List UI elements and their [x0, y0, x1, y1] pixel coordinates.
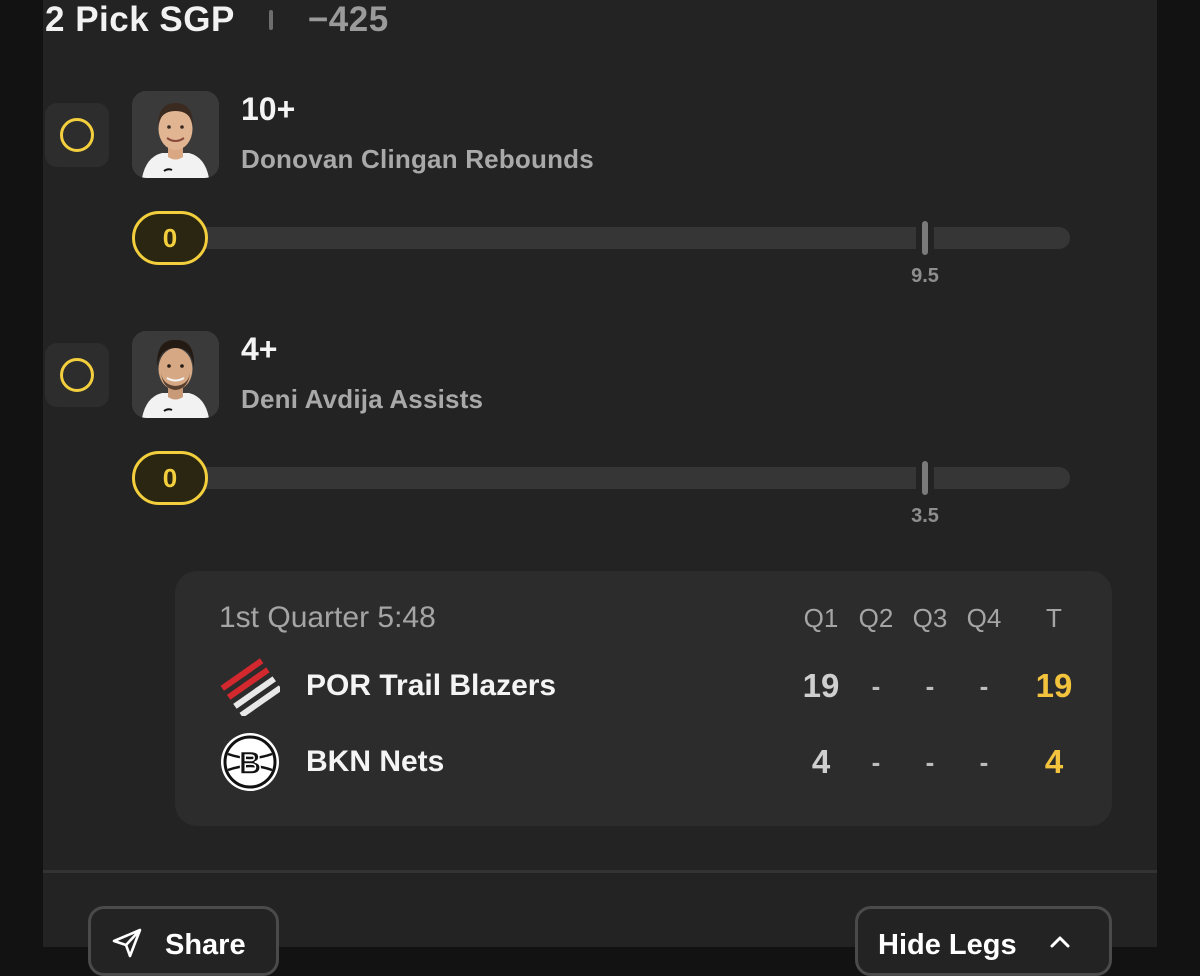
target-marker — [922, 461, 928, 495]
target-marker — [922, 221, 928, 255]
total-score: 4 — [1044, 743, 1064, 780]
pending-status-icon — [60, 358, 94, 392]
hide-legs-button[interactable]: Hide Legs — [855, 906, 1112, 976]
target-label: 3.5 — [911, 505, 939, 527]
player-headshot — [132, 331, 219, 418]
column-header-q4: Q4 — [966, 603, 1002, 633]
column-header-q1: Q1 — [803, 603, 839, 633]
target-label: 9.5 — [911, 265, 939, 287]
leg-item[interactable]: 4+ Deni Avdija Assists 3.5 0 — [45, 331, 1075, 531]
quarter-score: - — [925, 671, 935, 701]
hide-legs-label: Hide Legs — [878, 928, 1017, 961]
team-name: POR Trail Blazers — [306, 669, 557, 702]
leg-description: Deni Avdija Assists — [241, 384, 484, 414]
total-score: 19 — [1035, 667, 1073, 704]
section-divider — [43, 870, 1157, 873]
player-headshot — [132, 91, 219, 178]
parlay-header: 2 Pick SGP −425 — [45, 0, 389, 46]
leg-description: Donovan Clingan Rebounds — [241, 144, 594, 174]
team-name: BKN Nets — [306, 745, 445, 778]
svg-text:B: B — [238, 745, 261, 781]
chevron-up-icon — [1050, 936, 1070, 948]
send-icon — [112, 928, 142, 958]
column-header-q3: Q3 — [912, 603, 948, 633]
trail-blazers-logo-icon — [220, 658, 280, 716]
quarter-score: - — [979, 671, 989, 701]
column-header-total: T — [1046, 603, 1062, 633]
leg-item[interactable]: 10+ Donovan Clingan Rebounds 9.5 0 — [45, 91, 1075, 291]
pending-status-icon — [60, 118, 94, 152]
nets-logo-icon: B — [221, 733, 279, 791]
progress-track — [195, 227, 1070, 249]
current-stat-badge: 0 — [132, 451, 208, 505]
live-scoreboard[interactable]: 1st Quarter 5:48 Q1 Q2 Q3 Q4 T POR Trail… — [175, 571, 1112, 826]
leg-line: 4+ — [241, 331, 278, 367]
quarter-score: - — [871, 671, 881, 701]
team-row: B BKN Nets 4 - - - 4 — [175, 727, 1112, 797]
team-row: POR Trail Blazers 19 - - - 19 — [175, 651, 1112, 721]
game-clock: 1st Quarter 5:48 — [219, 601, 436, 634]
parlay-title: 2 Pick SGP — [45, 0, 235, 39]
share-label: Share — [165, 928, 246, 961]
column-header-q2: Q2 — [858, 603, 894, 633]
quarter-score: - — [925, 747, 935, 777]
quarter-score: - — [871, 747, 881, 777]
leg-status — [45, 103, 109, 167]
current-stat-badge: 0 — [132, 211, 208, 265]
parlay-odds: −425 — [307, 0, 389, 39]
leg-line: 10+ — [241, 91, 296, 127]
leg-status — [45, 343, 109, 407]
share-button[interactable]: Share — [88, 906, 279, 976]
header-divider — [268, 10, 273, 30]
progress-track — [195, 467, 1070, 489]
quarter-score: 4 — [811, 743, 831, 780]
quarter-score: - — [979, 747, 989, 777]
quarter-score: 19 — [802, 667, 840, 704]
